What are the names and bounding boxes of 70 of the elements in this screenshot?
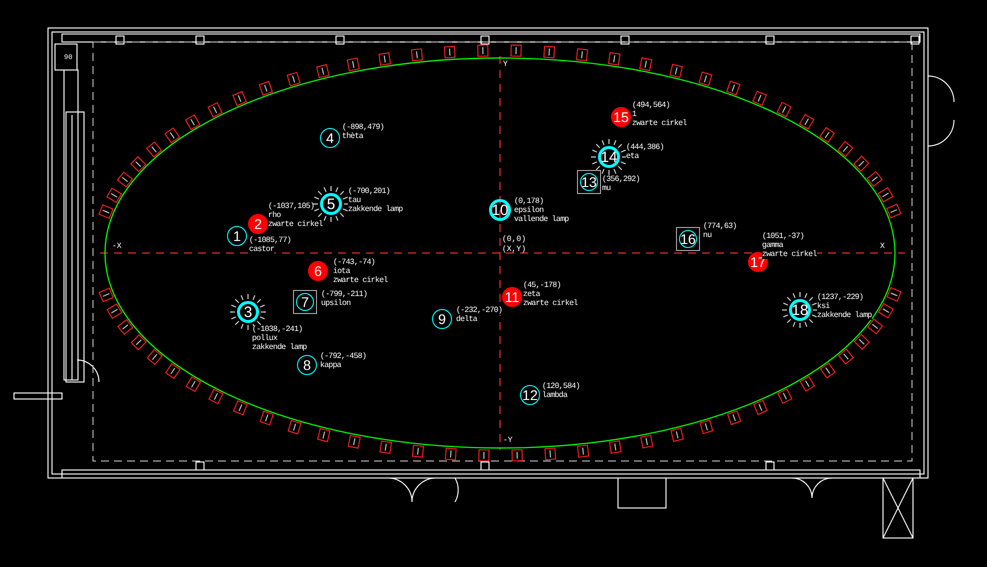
coordinate-label: (-1037,105) [268, 203, 314, 211]
marker-name: nu [703, 232, 712, 240]
circle-marker: 9 [432, 309, 452, 329]
coordinate-label: (774,63) [703, 223, 737, 231]
circle-marker: 10 [489, 199, 511, 221]
coordinate-label: (-232,-270) [456, 307, 502, 315]
marker-name: 1 [632, 111, 636, 119]
coordinate-label: (444,386) [626, 144, 664, 152]
marker-name: mu [602, 185, 610, 193]
marker-name: zeta [523, 291, 540, 299]
axis-label: X [880, 243, 885, 251]
marker-note: zwarte cirkel [632, 120, 687, 128]
marker-name: epsilon [514, 207, 544, 215]
axis-label: -X [112, 243, 122, 251]
lamp-rays-icon [590, 138, 628, 176]
marker-note: zwarte cirkel [333, 277, 388, 285]
lamp-rays-icon [781, 291, 819, 329]
axis-label: -Y [503, 437, 513, 445]
filled-circle-marker: 11 [502, 287, 522, 307]
marker-name: upsilon [321, 300, 350, 308]
marker-name: tau [348, 197, 361, 205]
marker-note: zakkende lamp [252, 344, 307, 352]
coordinate-label: (1051,-37) [762, 233, 804, 241]
filled-circle-marker: 6 [308, 261, 328, 281]
coordinate-label: (-792,-458) [320, 353, 366, 361]
circle-marker: 18 [789, 299, 811, 321]
circle-marker: 3 [237, 301, 259, 323]
circle-marker: 13 [580, 173, 598, 191]
coordinate-label: (0,178) [514, 198, 544, 206]
coordinate-label: (-799,-211) [321, 291, 368, 299]
marker-note: zwarte cirkel [523, 300, 578, 308]
marker-name: ksi [817, 303, 830, 311]
axis-label: Y [503, 61, 508, 69]
circle-marker: 16 [679, 230, 697, 248]
marker-name: eta [626, 153, 639, 161]
coordinate-label: (1237,-229) [817, 294, 864, 302]
origin-legend: (X,Y) [502, 246, 526, 254]
marker-note: vallende lamp [514, 216, 569, 224]
marker-name: rho [268, 212, 281, 220]
coordinate-label: (-1085,77) [249, 237, 292, 245]
circle-marker: 14 [598, 146, 620, 168]
circle-marker: 7 [296, 293, 314, 311]
coordinate-label: (45,-178) [523, 282, 561, 290]
marker-note: zakkende lamp [817, 312, 872, 320]
marker-name: delta [456, 316, 478, 324]
marker-note: zwarte cirkel [268, 221, 323, 229]
marker-note: zwarte cirkel [762, 251, 817, 259]
marker-name: lambda [542, 392, 568, 400]
coordinate-label: (-743,-74) [333, 259, 376, 267]
coordinate-label: (356,292) [602, 176, 640, 184]
coordinate-label: (494,564) [632, 102, 670, 110]
circle-marker: 1 [227, 226, 247, 246]
coordinate-label: (-898,479) [342, 124, 384, 132]
origin-label: (0,0) [502, 236, 526, 244]
filled-circle-marker: 15 [611, 107, 631, 127]
marker-name: castor [249, 246, 274, 254]
filled-circle-marker: 2 [248, 214, 268, 234]
coordinate-label: (120,584) [542, 383, 580, 391]
circle-marker: 8 [297, 355, 317, 375]
marker-note: zakkende lamp [348, 206, 403, 214]
marker-name: gamma [762, 242, 784, 250]
coordinate-label: (-1038,-241) [252, 326, 302, 334]
coordinate-label: (-700,201) [348, 188, 390, 196]
circle-marker: 5 [320, 193, 342, 215]
marker-name: kappa [320, 362, 342, 370]
marker-name: pollux [252, 335, 278, 343]
marker-name: iota [333, 268, 350, 276]
circle-marker: 12 [520, 385, 540, 405]
marker-name: thèta [342, 133, 364, 141]
circle-marker: 4 [320, 128, 340, 148]
